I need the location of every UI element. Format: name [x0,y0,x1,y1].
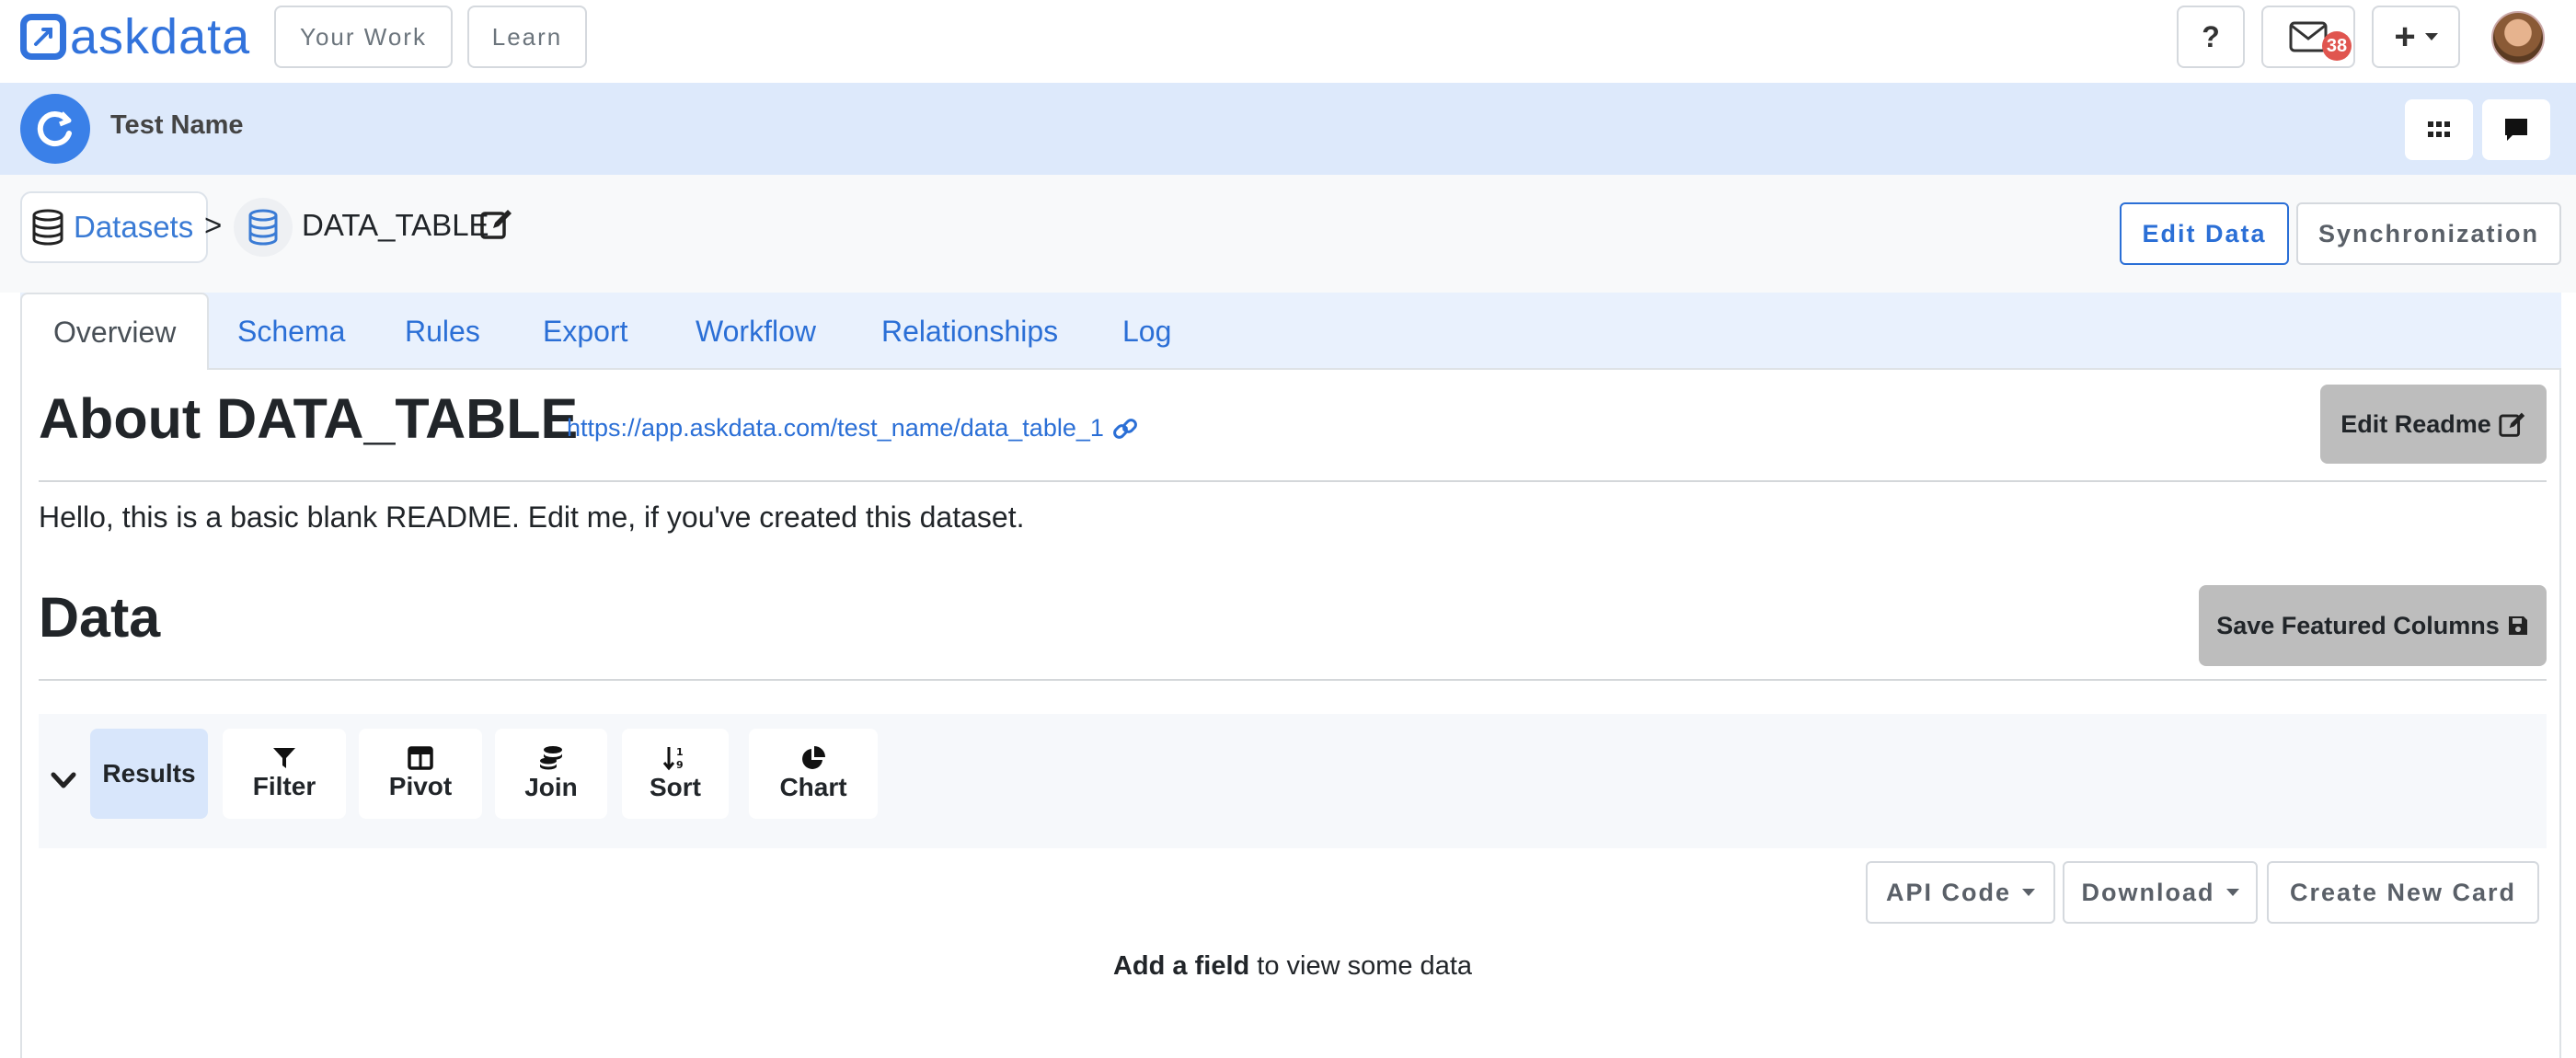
plus-icon: + [2394,17,2416,57]
top-navbar: askdata Your Work Learn ? 38 + [0,0,2576,83]
sort-icon: 1 9 [662,746,684,771]
data-divider [39,679,2547,681]
pivot-button[interactable]: Pivot [359,729,482,819]
learn-button[interactable]: Learn [467,6,587,68]
filter-button[interactable]: Filter [223,729,346,819]
tab-log[interactable]: Log [1091,293,1202,370]
tab-relationships[interactable]: Relationships [850,293,1089,370]
filter-label: Filter [252,772,316,800]
breadcrumb-datasets-link[interactable]: Datasets [20,191,209,263]
tab-rules[interactable]: Rules [374,293,512,370]
grid-icon [2428,121,2450,137]
chart-label: Chart [779,773,847,801]
svg-text:9: 9 [676,759,684,771]
project-sync-icon[interactable] [20,94,90,164]
results-label: Results [102,759,196,788]
caret-down-icon [2225,889,2239,896]
caret-down-icon [2424,33,2438,40]
collapse-chevron-icon[interactable] [50,762,77,803]
readme-text: Hello, this is a basic blank README. Edi… [39,500,1025,534]
project-bar: Test Name [0,83,2576,175]
save-featured-columns-button[interactable]: Save Featured Columns [2199,585,2547,666]
breadcrumb-table-name: DATA_TABLE [302,208,489,242]
api-code-label: API Code [1885,878,2011,906]
comments-button[interactable] [2482,99,2550,160]
overview-panel: About DATA_TABLE https://app.askdata.com… [20,370,2561,1058]
api-code-dropdown[interactable]: API Code [1866,861,2055,924]
edit-name-icon[interactable] [480,208,513,244]
download-dropdown[interactable]: Download [2063,861,2258,924]
comment-icon [2505,119,2527,141]
tab-export[interactable]: Export [512,293,659,370]
save-featured-columns-label: Save Featured Columns [2216,611,2500,639]
add-field-link[interactable]: Add a field [1113,951,1249,981]
table-database-icon [234,198,293,257]
user-avatar[interactable] [2491,11,2545,64]
create-new-card-button[interactable]: Create New Card [2267,861,2539,924]
help-button[interactable]: ? [2177,6,2245,68]
tab-schema[interactable]: Schema [206,293,376,370]
notification-count-badge: 38 [2322,31,2352,61]
askdata-logo[interactable]: askdata [20,9,250,64]
edit-readme-button[interactable]: Edit Readme [2320,385,2547,464]
about-divider [39,480,2547,482]
database-icon [32,209,63,246]
download-label: Download [2081,878,2215,906]
edit-icon [2499,412,2524,437]
sort-label: Sort [650,773,701,801]
pie-chart-icon [802,746,825,769]
empty-results-hint: Add a field to view some data [22,951,2563,982]
breadcrumb-area: Datasets > DATA_TABLE Edit Data Synchron… [0,175,2576,293]
join-button[interactable]: Join [495,729,607,819]
floppy-disk-icon [2508,616,2527,635]
sort-button[interactable]: 1 9 Sort [622,729,729,819]
edit-data-button[interactable]: Edit Data [2120,202,2289,265]
dataset-url-text: https://app.askdata.com/test_name/data_t… [567,414,1104,442]
link-icon [1112,418,1137,439]
edit-readme-label: Edit Readme [2340,409,2491,438]
join-label: Join [524,773,578,801]
apps-grid-button[interactable] [2405,99,2473,160]
breadcrumb-datasets-label: Datasets [74,210,194,244]
pivot-label: Pivot [388,772,453,800]
query-toolbar: Results Filter Pivot Join 1 9 Sort Chart [39,714,2547,848]
empty-hint-rest: to view some data [1249,951,1473,981]
project-name[interactable]: Test Name [110,110,244,141]
add-new-dropdown[interactable]: + [2372,6,2460,68]
notifications-button[interactable]: 38 [2261,6,2355,68]
data-heading: Data [39,586,161,649]
results-button[interactable]: Results [90,729,208,819]
your-work-button[interactable]: Your Work [274,6,453,68]
tab-workflow[interactable]: Workflow [664,293,847,370]
dataset-tabs: Overview Schema Rules Export Workflow Re… [20,293,2561,372]
dataset-url-link[interactable]: https://app.askdata.com/test_name/data_t… [567,414,1139,443]
chart-button[interactable]: Chart [749,729,878,819]
about-heading: About DATA_TABLE [39,387,579,450]
database-stack-icon [540,746,562,770]
svg-text:1: 1 [676,746,684,758]
breadcrumb-separator: > [204,208,223,242]
brand-name: askdata [70,9,251,64]
logo-mark-icon [20,14,66,60]
table-columns-icon [408,746,433,770]
caret-down-icon [2022,889,2035,896]
filter-icon [273,748,295,768]
tab-overview[interactable]: Overview [20,293,210,372]
synchronization-button[interactable]: Synchronization [2296,202,2561,265]
